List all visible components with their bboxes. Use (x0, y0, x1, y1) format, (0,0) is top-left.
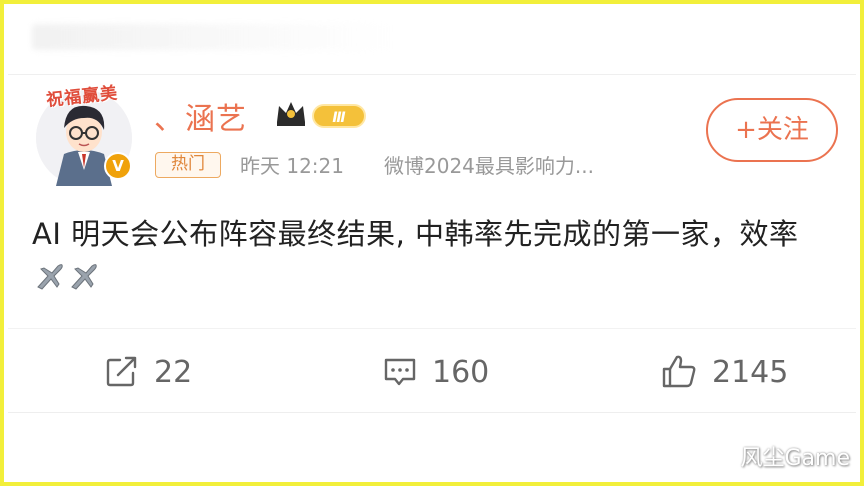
post-source[interactable]: 微博2024最具影响力... (384, 150, 594, 179)
post-time: 昨天 12:21 (240, 154, 344, 178)
post-text: AI 明天会公布阵容最终结果, 中韩率先完成的第一家，效率 (32, 217, 799, 251)
like-count: 2145 (712, 354, 789, 390)
comment-icon (384, 358, 416, 386)
post-body: AI 明天会公布阵容最终结果, 中韩率先完成的第一家，效率 (32, 212, 832, 300)
watermark: 风尘Game (740, 446, 851, 471)
bottom-divider (8, 412, 856, 413)
verified-badge-icon: V (104, 152, 132, 180)
blurred-header (32, 24, 392, 50)
username[interactable]: 、涵艺 (154, 94, 247, 138)
screenshot-frame: 祝福赢美 V 、涵艺 Ⅲ 热门 昨天 12:21 微博2024最具影响力... … (0, 0, 864, 486)
plane-icon (37, 264, 63, 290)
header-divider (8, 74, 856, 75)
hot-tag: 热门 (155, 152, 221, 178)
share-button[interactable]: 22 (104, 350, 192, 394)
comment-button[interactable]: 160 (382, 350, 489, 394)
share-icon (106, 356, 137, 387)
like-icon (662, 355, 696, 388)
comment-count: 160 (432, 354, 490, 390)
like-button[interactable]: 2145 (660, 350, 788, 394)
follow-button[interactable]: +关注 (706, 98, 838, 162)
crown-icon (277, 102, 305, 126)
level-badge[interactable]: Ⅲ (312, 104, 366, 128)
actions-divider (8, 328, 856, 329)
plane-icon (71, 264, 97, 290)
share-count: 22 (154, 354, 193, 390)
